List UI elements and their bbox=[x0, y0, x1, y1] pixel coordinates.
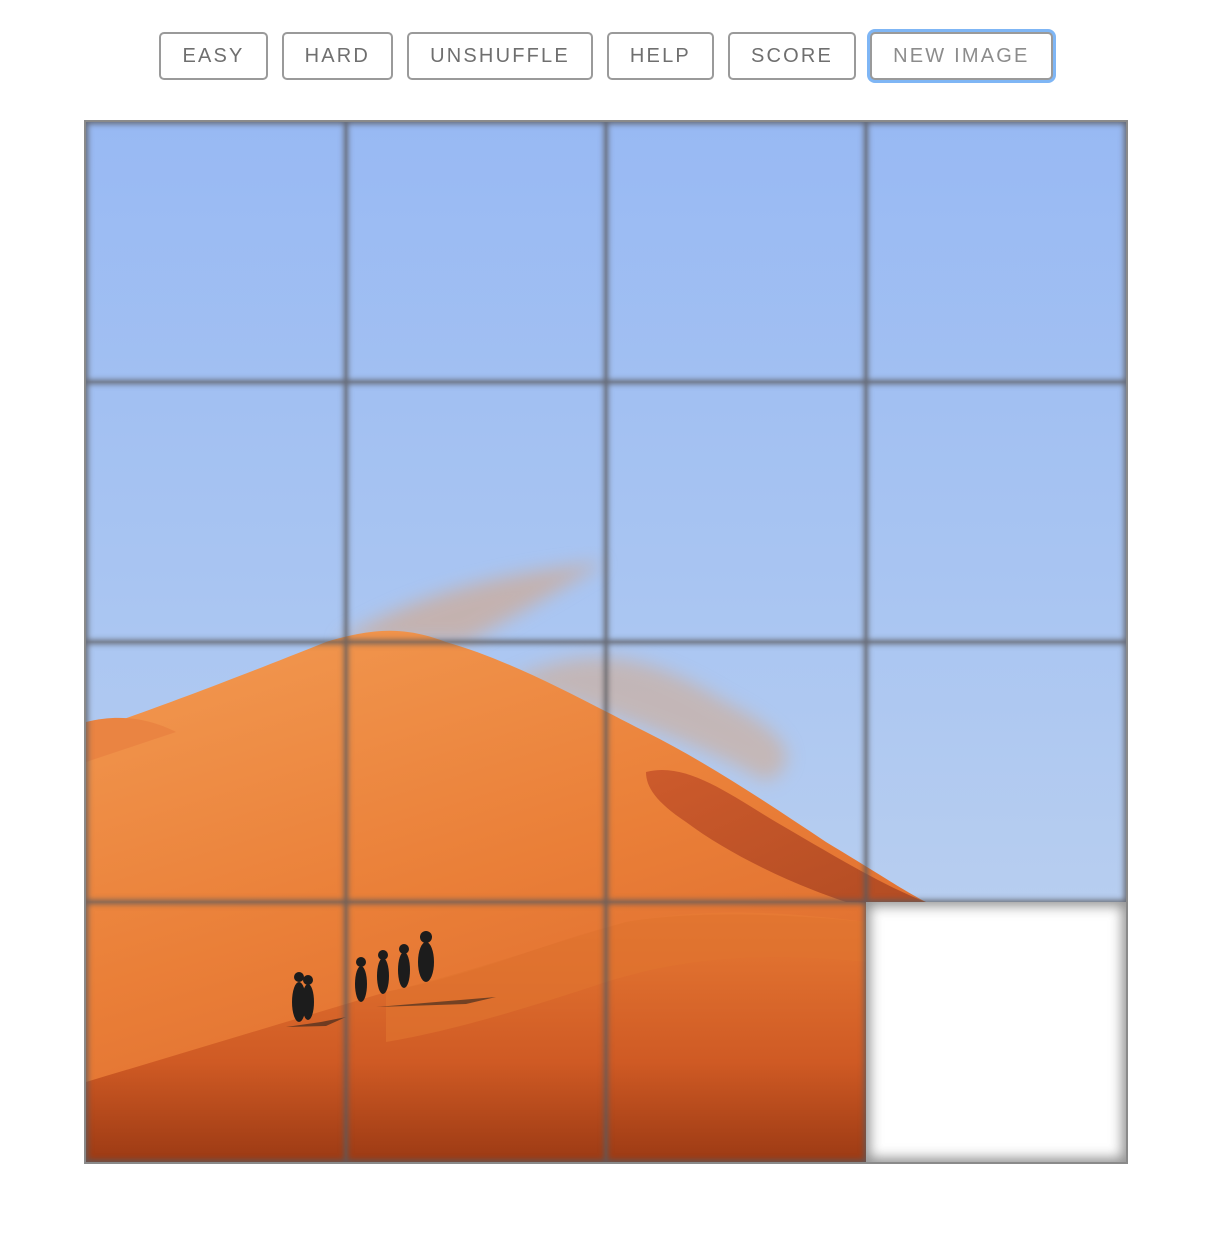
tile-image bbox=[866, 382, 1126, 642]
puzzle-tile[interactable] bbox=[346, 382, 606, 642]
easy-button[interactable]: EASY bbox=[159, 32, 268, 80]
puzzle-tile[interactable] bbox=[86, 122, 346, 382]
tile-image bbox=[86, 122, 346, 382]
puzzle-board bbox=[84, 120, 1128, 1164]
new-image-button[interactable]: NEW IMAGE bbox=[870, 32, 1053, 80]
puzzle-tile[interactable] bbox=[606, 642, 866, 902]
tile-image bbox=[86, 902, 346, 1162]
tile-image bbox=[86, 382, 346, 642]
help-button[interactable]: HELP bbox=[606, 32, 714, 80]
tile-image bbox=[346, 902, 606, 1162]
score-button[interactable]: SCORE bbox=[727, 32, 857, 80]
puzzle-tile[interactable] bbox=[346, 642, 606, 902]
puzzle-tile[interactable] bbox=[86, 902, 346, 1162]
tile-image bbox=[346, 382, 606, 642]
puzzle-tile[interactable] bbox=[346, 902, 606, 1162]
puzzle-tile[interactable] bbox=[606, 902, 866, 1162]
tile-image bbox=[606, 902, 866, 1162]
hard-button[interactable]: HARD bbox=[281, 32, 394, 80]
tile-image bbox=[346, 642, 606, 902]
unshuffle-button[interactable]: UNSHUFFLE bbox=[407, 32, 593, 80]
puzzle-tile[interactable] bbox=[346, 122, 606, 382]
puzzle-tile[interactable] bbox=[606, 122, 866, 382]
tile-image bbox=[866, 642, 1126, 902]
puzzle-tile[interactable] bbox=[866, 122, 1126, 382]
puzzle-tile[interactable] bbox=[86, 382, 346, 642]
puzzle-tile[interactable] bbox=[866, 642, 1126, 902]
puzzle-tile[interactable] bbox=[606, 382, 866, 642]
tile-image bbox=[606, 382, 866, 642]
tile-image bbox=[866, 122, 1126, 382]
tile-image bbox=[606, 642, 866, 902]
tile-image bbox=[606, 122, 866, 382]
tile-image bbox=[86, 642, 346, 902]
empty-slot bbox=[866, 902, 1126, 1162]
puzzle-tile[interactable] bbox=[866, 382, 1126, 642]
puzzle-tile[interactable] bbox=[86, 642, 346, 902]
tile-image bbox=[346, 122, 606, 382]
toolbar: EASY HARD UNSHUFFLE HELP SCORE NEW IMAGE bbox=[0, 32, 1212, 80]
